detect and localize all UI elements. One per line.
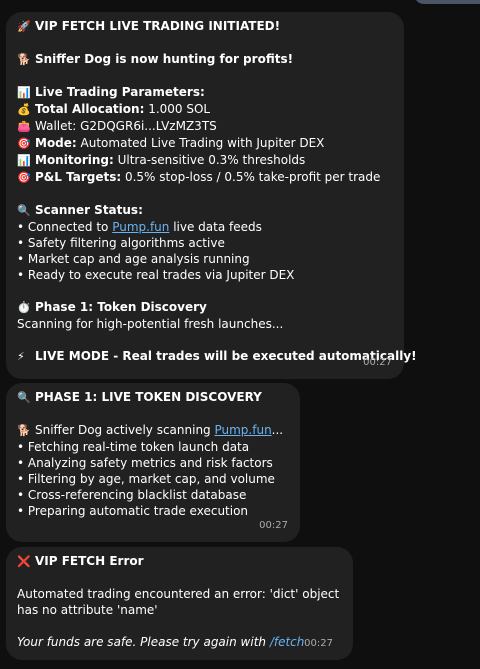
magnifier-icon: 🔍 — [17, 204, 31, 217]
scan-line: 🐕 Sniffer Dog actively scanning Pump.fun.… — [17, 422, 288, 439]
param-label: Total Allocation: — [35, 102, 145, 116]
money-bag-icon: 💰 — [17, 103, 31, 116]
message-title: VIP FETCH LIVE TRADING INITIATED! — [35, 19, 281, 33]
message-bubble-error: ❌ VIP FETCH Error Automated trading encou… — [6, 547, 353, 660]
chart-icon: 📊 — [17, 86, 31, 99]
message-title: VIP FETCH Error — [35, 554, 144, 568]
scanner-line: • Ready to execute real trades via Jupit… — [17, 268, 295, 282]
list-item: • Analyzing safety metrics and risk fact… — [17, 456, 273, 470]
message-time: 00:27 — [259, 520, 288, 531]
live-mode-line: ⚡ LIVE MODE - Real trades will be execute… — [17, 348, 417, 365]
param-pnl: 🎯 P&L Targets: 0.5% stop-loss / 0.5% take… — [17, 169, 392, 186]
phase-text: Scanning for high-potential fresh launch… — [17, 317, 284, 331]
message-title-line: ❌ VIP FETCH Error — [17, 553, 341, 570]
list-item: • Preparing automatic trade execution — [17, 504, 249, 518]
message-time: 00:27 — [363, 357, 392, 368]
scanner-line: • Safety filtering algorithms active — [17, 236, 225, 250]
message-title-line: 🔍 PHASE 1: LIVE TOKEN DISCOVERY — [17, 389, 288, 406]
param-wallet: 👛 Wallet: G2DQGR6i...LVzMZ3TS — [17, 118, 392, 135]
rocket-icon: 🚀 — [17, 20, 31, 33]
message-bubble-trading-initiated: 🚀 VIP FETCH LIVE TRADING INITIATED! 🐕 Snif… — [6, 12, 417, 379]
scan-text: Sniffer Dog actively scanning — [35, 423, 215, 437]
magnifier-icon: 🔍 — [17, 391, 31, 404]
param-value: Ultra-sensitive 0.3% thresholds — [113, 153, 306, 167]
fetch-command-link[interactable]: /fetch — [270, 635, 305, 649]
target-icon: 🎯 — [17, 171, 31, 184]
target-icon: 🎯 — [17, 137, 31, 150]
param-allocation: 💰 Total Allocation: 1.000 SOL — [17, 101, 392, 118]
params-title-line: 📊 Live Trading Parameters: — [17, 84, 392, 101]
params-title: Live Trading Parameters: — [35, 85, 205, 99]
message-title-line: 🚀 VIP FETCH LIVE TRADING INITIATED! — [17, 18, 392, 35]
pump-fun-link[interactable]: Pump.fun — [112, 220, 169, 234]
list-item: • Fetching real-time token launch data — [17, 440, 250, 454]
footer-line: Your funds are safe. Please try again wi… — [17, 634, 341, 650]
scanner-text: live data feeds — [169, 220, 262, 234]
list-item: • Cross-referencing blacklist database — [17, 488, 247, 502]
message-bubble-token-discovery: 🔍 PHASE 1: LIVE TOKEN DISCOVERY 🐕 Sniffer … — [6, 383, 300, 542]
scanner-text: • Connected to — [17, 220, 113, 234]
param-value: 1.000 SOL — [144, 102, 211, 116]
live-mode-text: LIVE MODE - Real trades will be executed… — [35, 349, 417, 363]
zap-icon: ⚡ — [17, 350, 25, 363]
param-label: P&L Targets: — [35, 170, 122, 184]
scanner-title: Scanner Status: — [35, 203, 143, 217]
footer-text: Your funds are safe. Please try again wi… — [17, 635, 270, 649]
top-tab — [414, 0, 480, 4]
param-monitoring: 📊 Monitoring: Ultra-sensitive 0.3% thresh… — [17, 152, 392, 169]
param-value: Automated Live Trading with Jupiter DEX — [76, 136, 325, 150]
scanner-line: • Market cap and age analysis running — [17, 252, 250, 266]
error-text: Automated trading encountered an error: … — [17, 587, 340, 617]
param-label: Monitoring: — [35, 153, 114, 167]
hunting-line: 🐕 Sniffer Dog is now hunting for profits! — [17, 51, 392, 68]
hunting-text: Sniffer Dog is now hunting for profits! — [35, 52, 294, 66]
dog-icon: 🐕 — [17, 53, 31, 66]
chart-icon: 📊 — [17, 154, 31, 167]
param-value: Wallet: G2DQGR6i...LVzMZ3TS — [35, 119, 217, 133]
scanner-title-line: 🔍 Scanner Status: — [17, 202, 392, 219]
param-mode: 🎯 Mode: Automated Live Trading with Jupit… — [17, 135, 392, 152]
chat-view: 🚀 VIP FETCH LIVE TRADING INITIATED! 🐕 Snif… — [0, 0, 480, 669]
param-label: Mode: — [35, 136, 77, 150]
scanner-line: • Connected to Pump.fun live data feeds — [17, 219, 392, 235]
phase-title-line: ⏱️ Phase 1: Token Discovery — [17, 299, 392, 316]
list-item: • Filtering by age, market cap, and volu… — [17, 472, 275, 486]
cross-icon: ❌ — [17, 555, 31, 568]
scan-suffix: ... — [271, 423, 284, 437]
stopwatch-icon: ⏱️ — [17, 301, 31, 314]
dog-icon: 🐕 — [17, 424, 31, 437]
param-value: 0.5% stop-loss / 0.5% take-profit per tr… — [121, 170, 381, 184]
pump-fun-link[interactable]: Pump.fun — [214, 423, 271, 437]
message-time: 00:27 — [304, 638, 333, 649]
purse-icon: 👛 — [17, 120, 31, 133]
message-title: PHASE 1: LIVE TOKEN DISCOVERY — [35, 390, 262, 404]
phase-title: Phase 1: Token Discovery — [35, 300, 207, 314]
